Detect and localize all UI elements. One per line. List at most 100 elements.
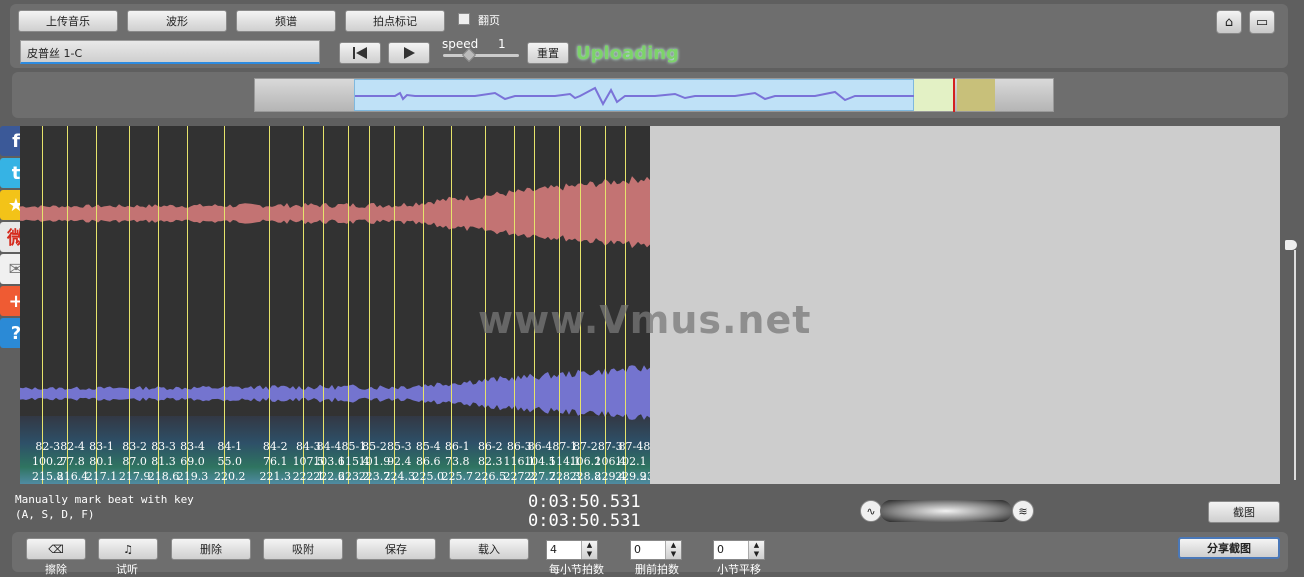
listen-button[interactable]: ♫ — [98, 538, 158, 560]
beat-marker-label: 83-2 87.0 217.9 — [119, 439, 151, 484]
beat-label: 83-2 — [122, 440, 147, 453]
spectrum-button[interactable]: 频谱 — [236, 10, 336, 32]
beat-tempo: 86.6 — [416, 455, 441, 468]
beat-marker-line[interactable] — [302, 126, 304, 484]
beat-time: 230.5 — [640, 470, 650, 483]
save-button[interactable]: 保存 — [356, 538, 436, 560]
waveform-button[interactable]: 波形 — [127, 10, 227, 32]
beat-marker-line[interactable] — [95, 126, 97, 484]
reset-button[interactable]: 重置 — [527, 42, 569, 64]
hint-line-1: Manually mark beat with key — [15, 493, 194, 506]
beat-marker-line[interactable] — [393, 126, 395, 484]
delete-button[interactable]: 删除 — [171, 538, 251, 560]
page-flip-checkbox[interactable] — [458, 13, 470, 25]
beat-tempo: 69.0 — [180, 455, 205, 468]
beat-offset-value: 0 — [634, 543, 641, 556]
beat-tempo: 92.4 — [387, 455, 412, 468]
beat-marker-line[interactable] — [66, 126, 68, 484]
beat-marker-line[interactable] — [451, 126, 453, 484]
beat-marker-line[interactable] — [269, 126, 271, 484]
beat-label: 86-1 — [444, 440, 470, 453]
beat-label: 83-1 — [89, 440, 114, 453]
beat-marker-line[interactable] — [368, 126, 370, 484]
beat-marker-label: 84-2 76.1 221.3 — [259, 439, 291, 484]
upload-music-button[interactable]: 上传音乐 — [18, 10, 118, 32]
load-button[interactable]: 载入 — [449, 538, 529, 560]
share-screenshot-button[interactable]: 分享截图 — [1178, 537, 1280, 559]
beat-tempo: 77.8 — [60, 455, 85, 468]
beat-marker-line[interactable] — [186, 126, 188, 484]
beat-tempo: 55.0 — [217, 455, 242, 468]
erase-button[interactable]: ⌫ — [26, 538, 86, 560]
beat-marker-label: 85-3 92.4 224.3 — [384, 439, 416, 484]
overview-waveform — [355, 86, 915, 107]
headphone-icon: ♫ — [123, 542, 133, 556]
fullscreen-icon[interactable]: ▭ — [1249, 10, 1275, 34]
hint-line-2: (A, S, D, F) — [15, 508, 95, 521]
stepper-arrows-icon[interactable]: ▲ ▼ — [748, 541, 764, 559]
bar-offset-label: 小节平移 — [717, 563, 761, 576]
beat-time: 225.7 — [441, 470, 473, 483]
beat-time: 217.9 — [118, 470, 151, 483]
beat-marker-label: 83-1 80.1 217.1 — [86, 439, 118, 484]
beat-marker-label: 84-1 55.0 220.2 — [214, 439, 246, 484]
beat-marker-line[interactable] — [128, 126, 130, 484]
beat-label: 83-3 — [151, 440, 176, 453]
beats-per-bar-label: 每小节拍数 — [549, 563, 604, 576]
beat-time: 217.1 — [85, 470, 118, 483]
beat-marker-line[interactable] — [157, 126, 159, 484]
screenshot-button[interactable]: 截图 — [1208, 501, 1280, 523]
beats-per-bar-stepper[interactable]: 4 ▲ ▼ — [546, 540, 598, 560]
beat-time: 225.0 — [412, 470, 445, 483]
beat-marker-line[interactable] — [323, 126, 325, 484]
beat-label: 83-4 — [180, 440, 205, 453]
beat-label: 82-4 — [60, 440, 85, 453]
watermark: www.Vmus.net — [478, 298, 812, 342]
overview-selection[interactable] — [354, 79, 915, 111]
overview-playhead — [953, 78, 955, 112]
upload-status: Uploading — [576, 43, 679, 64]
beat-label: 88-1 — [643, 440, 650, 453]
vertical-scroll-track[interactable] — [1294, 250, 1296, 480]
play-icon — [404, 47, 415, 59]
speed-label: speed — [442, 37, 479, 51]
vertical-scroll-handle[interactable] — [1285, 240, 1297, 250]
bar-offset-stepper[interactable]: 0 ▲ ▼ — [713, 540, 765, 560]
stepper-arrows-icon[interactable]: ▲ ▼ — [581, 541, 597, 559]
beat-label: 85-4 — [415, 440, 441, 453]
beat-offset-label: 删前拍数 — [635, 563, 679, 576]
beat-tempo: 80.1 — [89, 455, 114, 468]
beat-label: 84-1 — [217, 440, 243, 453]
beat-time: 224.3 — [383, 470, 416, 483]
beat-label: 84-2 — [262, 440, 288, 453]
beat-tempo: 82.3 — [478, 455, 503, 468]
snap-button[interactable]: 吸附 — [263, 538, 343, 560]
beat-tempo: 76.1 — [262, 455, 288, 468]
track-title-field[interactable]: 皮普丝 1-C — [20, 40, 320, 64]
spectrum-toggle-icon[interactable]: ≋ — [1012, 500, 1034, 522]
beat-marker-line[interactable] — [348, 126, 350, 484]
speed-slider[interactable] — [443, 54, 519, 57]
beat-time: 219.3 — [176, 470, 209, 483]
beat-marker-label: 83-4 69.0 219.3 — [177, 439, 209, 484]
beat-tempo: 81.3 — [151, 455, 176, 468]
beat-time: 218.6 — [147, 470, 180, 483]
audio-scrub-dial[interactable] — [880, 500, 1012, 522]
beat-marker-line[interactable] — [223, 126, 225, 484]
beat-tempo: - — [640, 454, 650, 469]
play-button[interactable] — [388, 42, 430, 64]
skip-back-button[interactable] — [339, 42, 381, 64]
beat-marker-label: 86-1 73.8 225.7 — [441, 439, 473, 484]
mark-beat-button[interactable]: 拍点标记 — [345, 10, 445, 32]
beat-offset-stepper[interactable]: 0 ▲ ▼ — [630, 540, 682, 560]
beat-marker-line[interactable] — [42, 126, 43, 484]
current-time: 0:03:50.531 — [528, 492, 641, 512]
skip-back-icon — [353, 47, 367, 59]
erase-label: 擦除 — [45, 563, 67, 576]
page-flip-label: 翻页 — [478, 14, 500, 27]
beat-marker-line[interactable] — [422, 126, 424, 484]
stepper-arrows-icon[interactable]: ▲ ▼ — [665, 541, 681, 559]
waveform-toggle-icon[interactable]: ∿ — [860, 500, 882, 522]
speed-value: 1 — [498, 37, 506, 51]
home-icon[interactable]: ⌂ — [1216, 10, 1242, 34]
